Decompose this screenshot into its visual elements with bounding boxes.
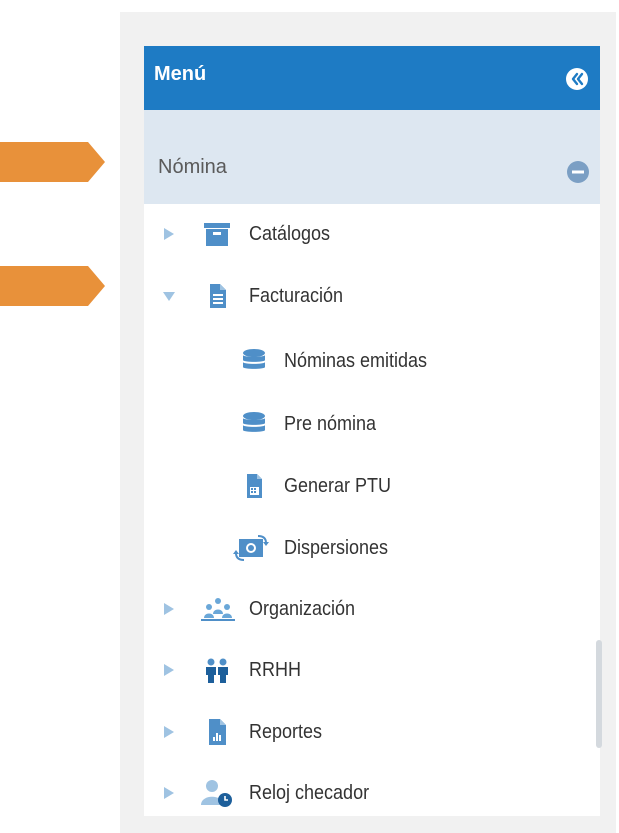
caret-right-icon[interactable]: [162, 662, 176, 678]
section-label: Nómina: [158, 156, 227, 178]
calculator-document-icon: [247, 474, 262, 498]
menu-title: Menú: [154, 63, 207, 85]
menu-item-label: Organización: [249, 598, 356, 620]
menu-item-rrhh[interactable]: RRHH: [144, 650, 600, 690]
submenu-item-dispersiones[interactable]: Dispersiones: [144, 528, 600, 568]
document-icon: [210, 284, 226, 308]
menu-item-label: Catálogos: [249, 223, 331, 245]
menu-item-reloj-checador[interactable]: Reloj checador: [144, 773, 600, 813]
minus-circle-icon[interactable]: [566, 160, 590, 184]
caret-right-icon[interactable]: [162, 724, 176, 740]
caret-right-icon[interactable]: [162, 785, 176, 801]
archive-box-icon: [204, 223, 230, 246]
section-nomina[interactable]: Nómina: [144, 110, 600, 204]
menu-item-label: Reloj checador: [249, 782, 370, 804]
submenu-item-generar-ptu[interactable]: Generar PTU: [144, 466, 600, 506]
report-chart-icon: [209, 719, 226, 745]
submenu-item-pre-nomina[interactable]: Pre nómina: [144, 404, 600, 444]
callout-arrow-facturacion: [0, 266, 105, 306]
organization-icon: [201, 598, 235, 621]
menu-item-label: Facturación: [249, 285, 344, 307]
callout-arrow-nomina: [0, 142, 105, 182]
submenu-item-label: Dispersiones: [284, 537, 389, 559]
submenu-item-label: Pre nómina: [284, 413, 377, 435]
caret-right-icon[interactable]: [162, 226, 176, 242]
menu-item-organizacion[interactable]: Organización: [144, 589, 600, 629]
submenu-item-label: Nóminas emitidas: [284, 350, 428, 372]
menu-item-facturacion[interactable]: Facturación: [144, 276, 600, 316]
caret-right-icon[interactable]: [162, 601, 176, 617]
database-icon: [243, 349, 265, 369]
database-icon: [243, 412, 265, 432]
menu-item-label: RRHH: [249, 659, 302, 681]
people-icon: [206, 658, 228, 683]
collapse-menu-icon[interactable]: [565, 67, 589, 91]
submenu-item-nominas-emitidas[interactable]: Nóminas emitidas: [144, 341, 600, 381]
menu-header: Menú: [144, 46, 600, 110]
caret-down-icon[interactable]: [162, 288, 176, 304]
sidebar-panel: Menú Nómina Catálogos Facturación Nómina…: [120, 12, 616, 833]
money-transfer-icon: [233, 535, 269, 561]
sidebar-menu: Menú Nómina Catálogos Facturación Nómina…: [144, 46, 600, 816]
sidebar-scrollbar[interactable]: [596, 640, 602, 748]
menu-item-catalogos[interactable]: Catálogos: [144, 214, 600, 254]
submenu-item-label: Generar PTU: [284, 475, 392, 497]
menu-item-label: Reportes: [249, 721, 323, 743]
user-clock-icon: [201, 780, 232, 807]
menu-item-reportes[interactable]: Reportes: [144, 712, 600, 752]
